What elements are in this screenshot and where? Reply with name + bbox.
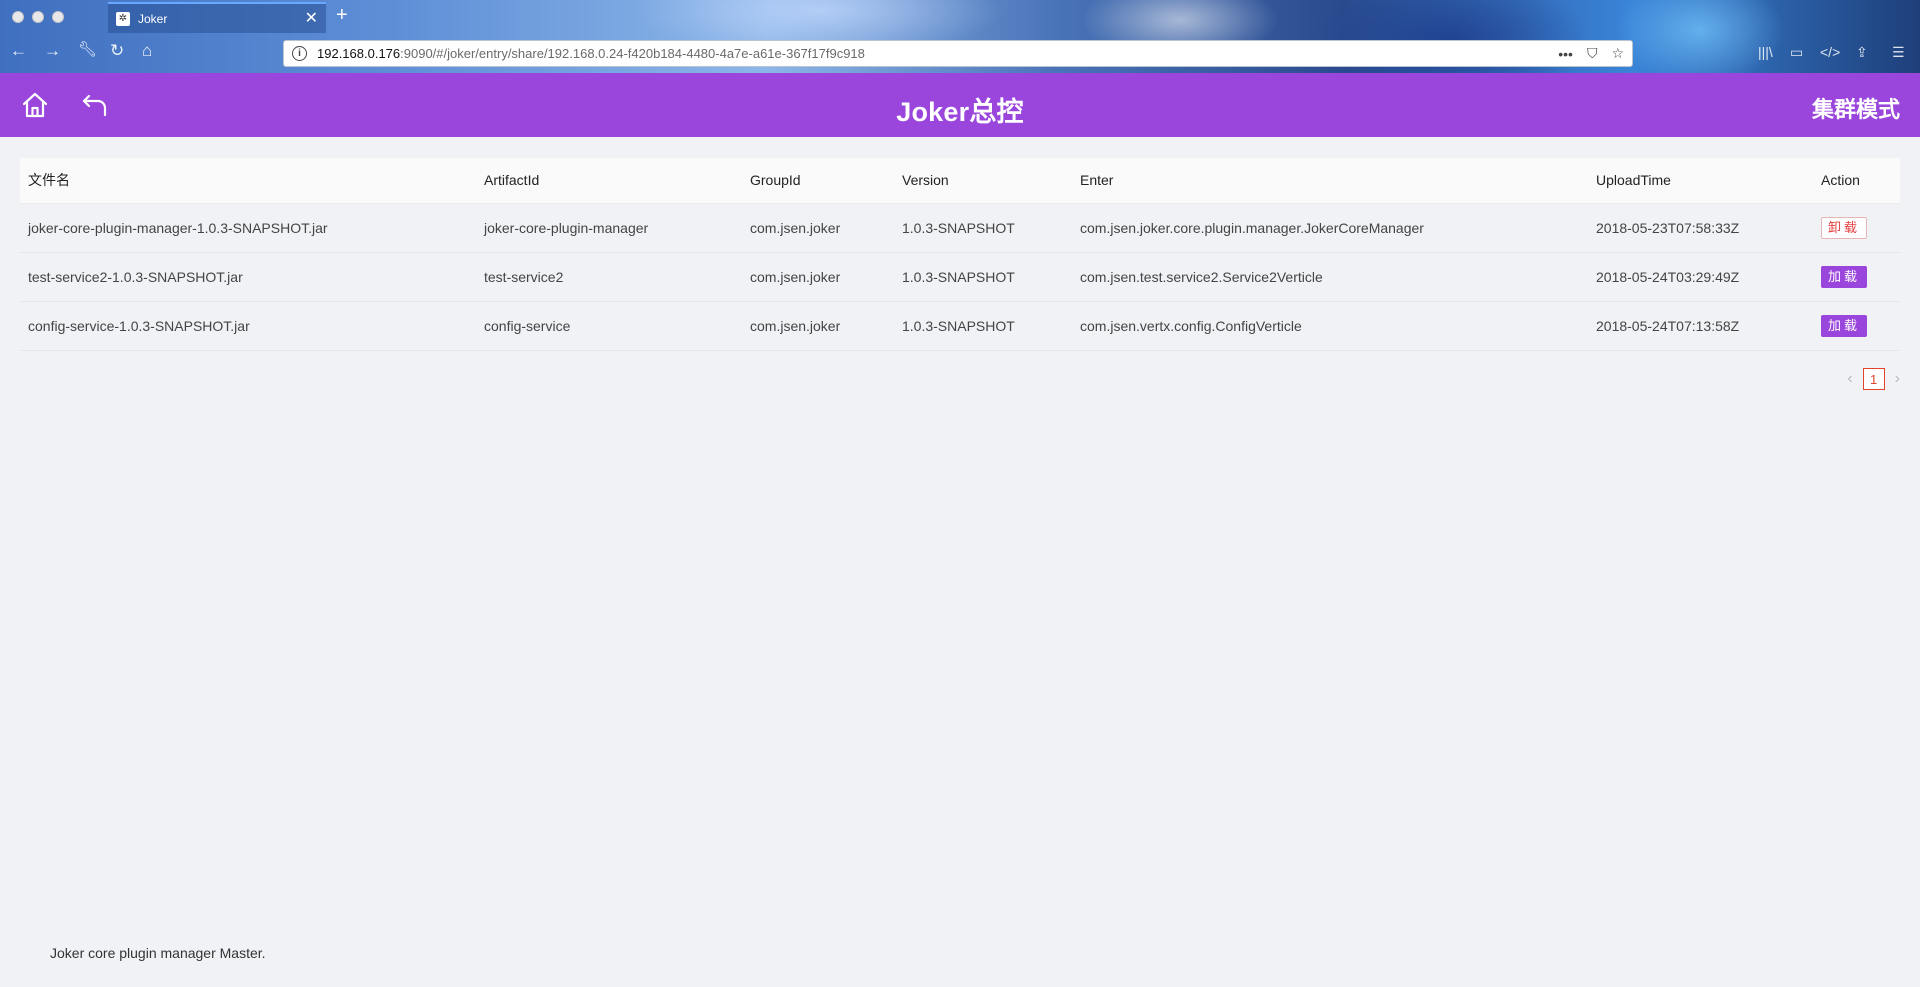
cell-version: 1.0.3-SNAPSHOT bbox=[894, 301, 1072, 351]
cell-filename: test-service2-1.0.3-SNAPSHOT.jar bbox=[20, 252, 476, 302]
cell-enter: com.jsen.joker.core.plugin.manager.Joker… bbox=[1072, 203, 1588, 253]
url-path: :9090/#/joker/entry/share/192.168.0.24-f… bbox=[400, 46, 865, 61]
minimize-window-button[interactable] bbox=[32, 11, 44, 23]
cell-enter: com.jsen.vertx.config.ConfigVerticle bbox=[1072, 301, 1588, 351]
prev-page-icon[interactable]: ‹ bbox=[1847, 370, 1852, 388]
home-icon[interactable]: ⌂ bbox=[142, 42, 152, 59]
cluster-mode-label[interactable]: 集群模式 bbox=[1812, 92, 1900, 124]
info-icon[interactable]: i bbox=[292, 46, 307, 61]
forward-arrow-icon[interactable]: → bbox=[44, 42, 61, 59]
close-window-button[interactable] bbox=[12, 11, 24, 23]
column-header-action: Action bbox=[1813, 158, 1900, 204]
favicon-icon: ✲ bbox=[116, 11, 130, 26]
page-number-current[interactable]: 1 bbox=[1862, 368, 1885, 390]
reload-icon[interactable]: ↻ bbox=[110, 42, 124, 59]
footer-text: Joker core plugin manager Master. bbox=[50, 945, 266, 961]
cell-artifactid: test-service2 bbox=[476, 252, 742, 302]
cell-enter: com.jsen.test.service2.Service2Verticle bbox=[1072, 252, 1588, 302]
table-header-row: 文件名 ArtifactId GroupId Version Enter Upl… bbox=[20, 158, 1900, 204]
zoom-window-button[interactable] bbox=[52, 11, 64, 23]
next-page-icon[interactable]: › bbox=[1895, 370, 1900, 388]
column-header-artifactid: ArtifactId bbox=[476, 158, 742, 204]
menu-icon[interactable]: ☰ bbox=[1892, 44, 1905, 61]
tab-title: Joker bbox=[138, 11, 168, 26]
cell-uploadtime: 2018-05-24T03:29:49Z bbox=[1588, 252, 1813, 302]
column-header-uploadtime: UploadTime bbox=[1588, 158, 1813, 204]
cell-uploadtime: 2018-05-24T07:13:58Z bbox=[1588, 301, 1813, 351]
page-actions-icon[interactable]: ••• bbox=[1558, 46, 1573, 62]
upload-icon[interactable]: ⇪ bbox=[1856, 44, 1868, 61]
table-row: joker-core-plugin-manager-1.0.3-SNAPSHOT… bbox=[20, 203, 1900, 253]
cell-artifactid: config-service bbox=[476, 301, 742, 351]
browser-chrome: ✲ Joker ✕ + ← → 🔧︎ ↻ ⌂ i 192.168.0.176 :… bbox=[0, 0, 1920, 73]
cell-groupid: com.jsen.joker bbox=[742, 301, 894, 351]
bookmark-star-icon[interactable]: ☆ bbox=[1611, 45, 1624, 62]
cell-filename: config-service-1.0.3-SNAPSHOT.jar bbox=[20, 301, 476, 351]
column-header-filename: 文件名 bbox=[20, 158, 476, 204]
app-header: Joker总控 集群模式 bbox=[0, 73, 1920, 137]
sidebar-icon[interactable]: ▭ bbox=[1790, 44, 1803, 61]
devtools-icon[interactable]: </> bbox=[1820, 44, 1840, 60]
wrench-icon[interactable]: 🔧︎ bbox=[78, 42, 97, 57]
unload-button[interactable]: 卸载 bbox=[1821, 216, 1868, 239]
cell-groupid: com.jsen.joker bbox=[742, 252, 894, 302]
url-bar[interactable]: i 192.168.0.176 :9090/#/joker/entry/shar… bbox=[283, 40, 1633, 67]
page-title: Joker总控 bbox=[896, 97, 1024, 127]
table-row: test-service2-1.0.3-SNAPSHOT.jar test-se… bbox=[20, 252, 1900, 302]
cell-version: 1.0.3-SNAPSHOT bbox=[894, 252, 1072, 302]
plugin-table: 文件名 ArtifactId GroupId Version Enter Upl… bbox=[20, 158, 1900, 351]
close-tab-icon[interactable]: ✕ bbox=[305, 10, 318, 27]
column-header-version: Version bbox=[894, 158, 1072, 204]
load-button[interactable]: 加载 bbox=[1821, 265, 1868, 288]
pocket-icon[interactable]: ⛉ bbox=[1587, 45, 1598, 62]
table-row: config-service-1.0.3-SNAPSHOT.jar config… bbox=[20, 301, 1900, 351]
pagination: ‹ 1 › bbox=[1847, 368, 1900, 390]
back-arrow-icon[interactable]: ← bbox=[10, 42, 27, 59]
browser-tab-joker[interactable]: ✲ Joker ✕ bbox=[108, 2, 326, 33]
new-tab-button[interactable]: + bbox=[336, 4, 348, 27]
cell-uploadtime: 2018-05-23T07:58:33Z bbox=[1588, 203, 1813, 253]
cell-filename: joker-core-plugin-manager-1.0.3-SNAPSHOT… bbox=[20, 203, 476, 253]
library-icon[interactable]: |||\ bbox=[1758, 44, 1773, 60]
url-host: 192.168.0.176 bbox=[317, 46, 401, 61]
cell-artifactid: joker-core-plugin-manager bbox=[476, 203, 742, 253]
load-button[interactable]: 加载 bbox=[1821, 314, 1868, 337]
cell-groupid: com.jsen.joker bbox=[742, 203, 894, 253]
column-header-enter: Enter bbox=[1072, 158, 1588, 204]
column-header-groupid: GroupId bbox=[742, 158, 894, 204]
cell-version: 1.0.3-SNAPSHOT bbox=[894, 203, 1072, 253]
